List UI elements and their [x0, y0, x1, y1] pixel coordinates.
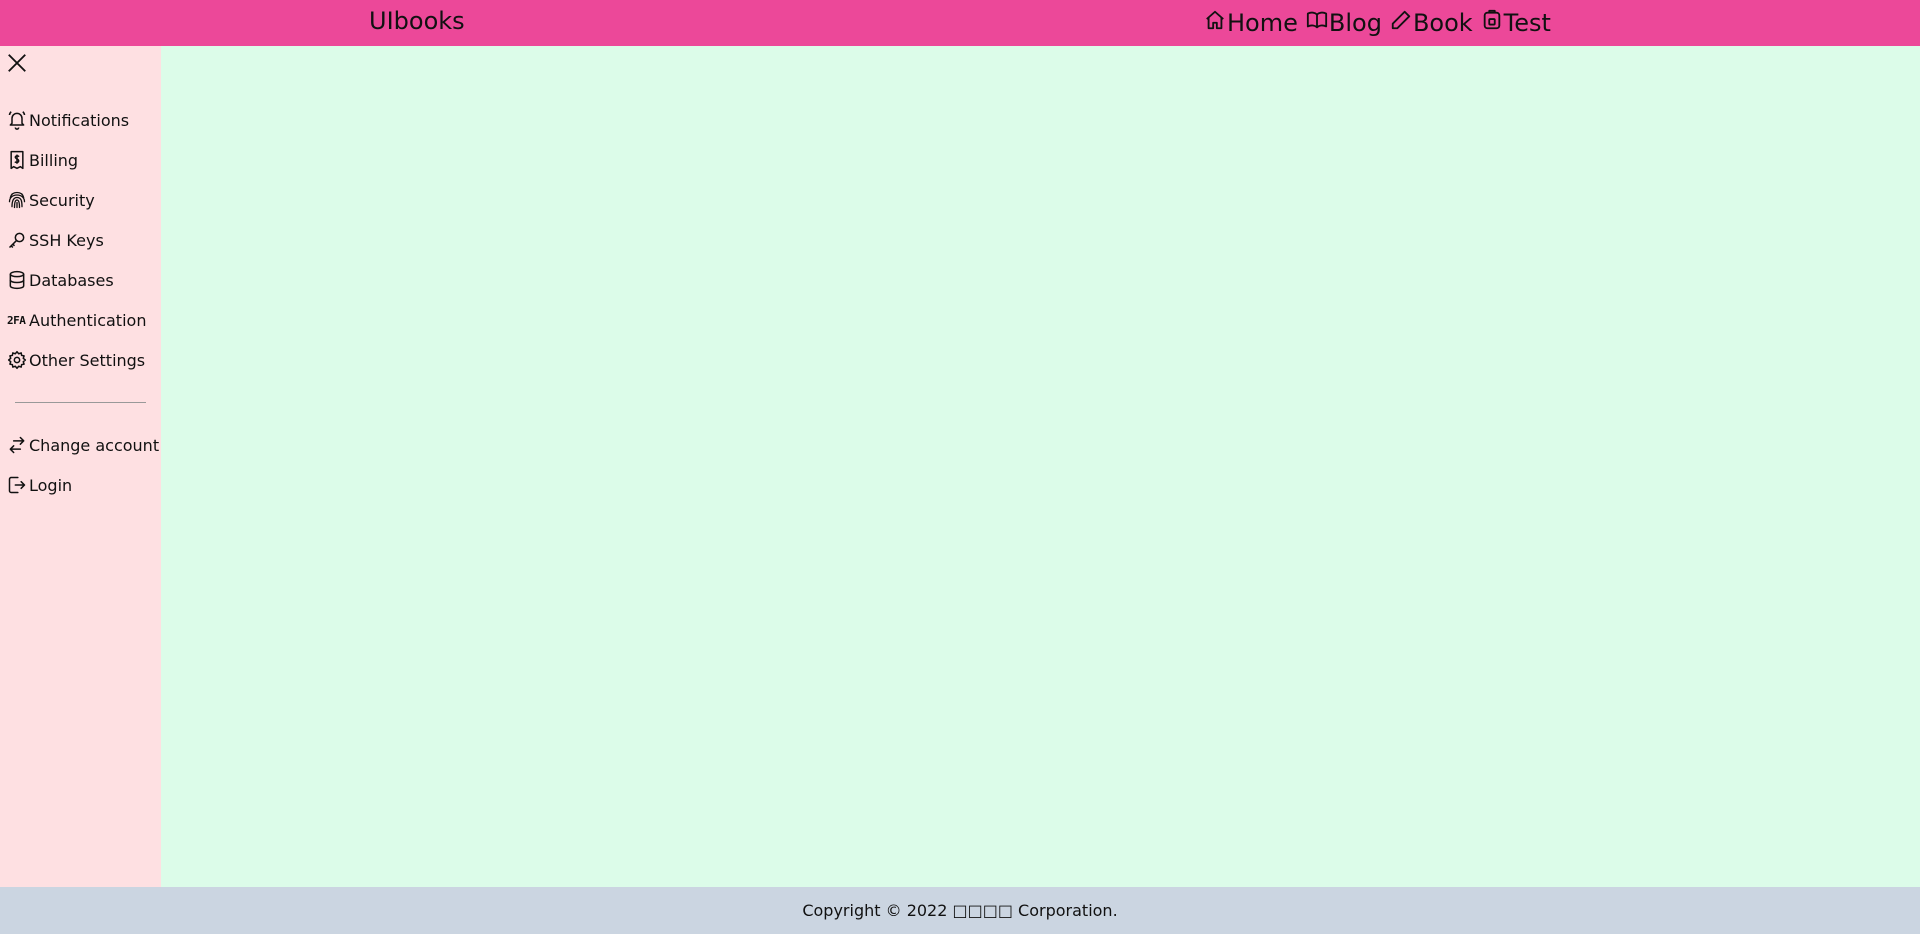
footer: Copyright © 2022 □□□□ Corporation. — [0, 887, 1920, 934]
nav-test-label: Test — [1503, 9, 1551, 37]
sidebar-item-label: SSH Keys — [29, 230, 104, 250]
sidebar-item-label: Billing — [29, 150, 79, 170]
sidebar-item-security[interactable]: Security — [0, 180, 161, 220]
sidebar-item-label: Authentication — [29, 310, 147, 330]
pencil-icon — [1390, 10, 1413, 35]
top-nav: Home Blog Book Test — [1204, 0, 1551, 46]
sidebar-item-notifications[interactable]: Notifications — [0, 100, 161, 140]
gear-icon — [7, 349, 29, 371]
home-icon — [1204, 10, 1227, 35]
receipt-icon — [7, 149, 29, 171]
sidebar-item-label: Security — [29, 190, 95, 210]
sidebar-item-label: Change account — [29, 435, 160, 455]
login-icon — [7, 474, 29, 496]
database-icon — [7, 269, 29, 291]
sidebar-divider — [15, 402, 146, 403]
sidebar-item-change-account[interactable]: Change account — [0, 425, 161, 465]
sidebar-item-label: Other Settings — [29, 350, 146, 370]
sidebar-item-databases[interactable]: Databases — [0, 260, 161, 300]
sidebar-item-login[interactable]: Login — [0, 465, 161, 505]
bell-icon — [7, 109, 29, 131]
nav-home-label: Home — [1227, 9, 1298, 37]
fingerprint-icon — [7, 189, 29, 211]
copyright-text: Copyright © 2022 □□□□ Corporation. — [802, 901, 1118, 920]
nav-book-label: Book — [1412, 9, 1473, 37]
sidebar-item-label: Notifications — [29, 110, 130, 130]
sidebar-menu: Notifications Billing Security SSH Keys … — [0, 100, 161, 505]
sidebar-item-ssh-keys[interactable]: SSH Keys — [0, 220, 161, 260]
sidebar-item-other-settings[interactable]: Other Settings — [0, 340, 161, 380]
nav-blog[interactable]: Blog — [1306, 11, 1382, 35]
nav-home[interactable]: Home — [1204, 9, 1298, 37]
sidebar-item-label: Databases — [29, 270, 114, 290]
book-open-icon — [1306, 11, 1329, 35]
brand-logo[interactable]: UIbooks — [369, 0, 465, 46]
nav-book[interactable]: Book — [1390, 9, 1473, 37]
flask-icon — [1481, 9, 1504, 35]
sidebar-item-label: Login — [29, 475, 73, 495]
nav-blog-label: Blog — [1328, 9, 1382, 37]
top-header: UIbooks Home Blog Book Test — [0, 0, 1920, 46]
sidebar: Notifications Billing Security SSH Keys … — [0, 46, 161, 887]
twofa-icon: 2FA — [7, 313, 26, 327]
sidebar-item-billing[interactable]: Billing — [0, 140, 161, 180]
main-content — [161, 46, 1920, 887]
key-icon — [7, 229, 29, 251]
switch-icon — [7, 434, 29, 456]
nav-test[interactable]: Test — [1481, 9, 1551, 37]
sidebar-item-authentication[interactable]: 2FA Authentication — [0, 300, 161, 340]
close-icon[interactable] — [6, 52, 28, 74]
